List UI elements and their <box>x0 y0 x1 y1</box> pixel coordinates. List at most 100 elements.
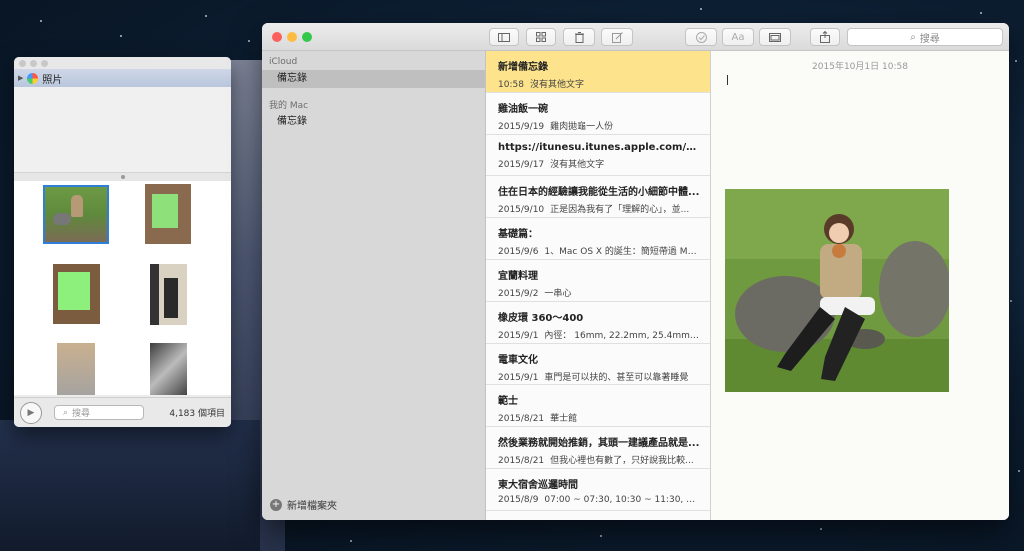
note-preview: 正是因為我有了「理解的心」，並... <box>550 205 690 216</box>
photo-attach-icon <box>769 32 781 42</box>
note-preview: 內徑： 16mm, 22.2mm, 25.4mm, 3... <box>544 330 710 341</box>
photo-browser-window: ▶ 照片 ▶ ⌕ 搜尋 4,183 個項目 <box>14 57 231 427</box>
note-title: 新增備忘錄 <box>498 62 548 73</box>
minimize-button[interactable] <box>30 60 37 67</box>
close-button[interactable] <box>19 60 26 67</box>
note-item[interactable]: 電車文化 2015/9/1 車門是可以扶的、甚至可以靠著睡覺 <box>486 343 710 386</box>
compose-icon <box>611 31 623 43</box>
photo-thumbnail[interactable] <box>53 264 100 324</box>
share-icon <box>820 31 830 43</box>
photo-thumbnail[interactable] <box>145 184 191 244</box>
note-title: 基礎篇： <box>498 229 538 241</box>
sidebar-section-header: 我的 Mac <box>269 101 309 111</box>
note-item[interactable]: 東大宿舍巡邏時間 2015/8/9 07:00 ~ 07:30, 10:30 ~ … <box>486 468 710 511</box>
photo-browser-titlebar[interactable] <box>14 57 231 69</box>
notes-list: 新增備忘錄 10:58 沒有其他文字 雞油飯一碗 2015/9/19 雞肉拋龜一人份… <box>486 51 711 520</box>
photo-source-label: 照片 <box>42 74 63 86</box>
note-date: 2015/9/17 <box>498 159 545 170</box>
folder-mac-notes[interactable]: 備忘錄 <box>262 113 485 131</box>
zoom-button[interactable] <box>302 32 312 42</box>
folders-sidebar: iCloud 備忘錄 我的 Mac 備忘錄 + 新增檔案夾 <box>262 51 486 520</box>
close-button[interactable] <box>272 32 282 42</box>
disclosure-triangle-icon[interactable]: ▶ <box>18 74 23 82</box>
text-cursor <box>727 75 728 85</box>
note-item[interactable]: 新增備忘錄 10:58 沒有其他文字 <box>486 51 710 93</box>
photo-thumbnail[interactable] <box>150 343 187 395</box>
note-item[interactable]: 橡皮環 360～400 2015/9/1 內徑： 16mm, 22.2mm, 25… <box>486 301 710 344</box>
note-item[interactable]: https://itunesu.itunes.apple.com/enrol..… <box>486 134 710 177</box>
note-date: 2015/9/1 <box>498 372 539 383</box>
note-title: 住在日本的經驗讓我能從生活的小細節中體... <box>498 187 700 199</box>
note-date: 2015/8/21 <box>498 414 545 425</box>
delete-note-button[interactable] <box>563 28 595 46</box>
note-item[interactable]: 宜蘭料理 2015/9/2 一串心 <box>486 259 710 302</box>
notes-toolbar: Aa ⌕ 搜尋 <box>262 23 1009 51</box>
note-title: 然後業務就開始推銷，其頭一建議產品就是... <box>498 438 700 450</box>
split-handle[interactable] <box>14 173 231 181</box>
note-date: 2015/8/21 <box>498 456 545 467</box>
note-date: 2015/8/9 <box>498 494 539 505</box>
photo-thumbnail[interactable] <box>57 343 95 395</box>
note-preview: 07:00 ~ 07:30, 10:30 ~ 11:30, 15:3... <box>544 494 710 505</box>
checklist-button[interactable] <box>685 28 717 46</box>
note-title: 範士 <box>498 396 518 408</box>
folder-icloud-notes[interactable]: 備忘錄 <box>262 70 485 88</box>
note-date: 2015/9/6 <box>498 247 539 258</box>
note-preview: 華士館 <box>550 414 578 425</box>
wallpaper-character-lower <box>0 420 260 551</box>
note-item[interactable]: 雞油飯一碗 2015/9/19 雞肉拋龜一人份 <box>486 92 710 135</box>
notes-search-placeholder: 搜尋 <box>919 33 940 45</box>
compose-note-button[interactable] <box>601 28 633 46</box>
note-title: 電車文化 <box>498 354 538 366</box>
trash-icon <box>574 31 584 43</box>
note-image-attachment[interactable] <box>725 189 949 392</box>
share-button[interactable] <box>810 28 840 46</box>
note-preview: 但我心裡也有數了，只好說我比較... <box>550 456 694 467</box>
toggle-sidebar-button[interactable] <box>489 28 519 46</box>
note-item[interactable]: 範士 2015/8/21 華士館 <box>486 385 710 428</box>
add-attachment-button[interactable] <box>759 28 791 46</box>
new-folder-label: 新增檔案夾 <box>287 501 337 512</box>
photo-search-placeholder: 搜尋 <box>72 409 91 419</box>
zoom-button[interactable] <box>41 60 48 67</box>
note-editor[interactable]: 2015年10月1日 10:58 <box>711 51 1009 520</box>
note-item[interactable]: 基礎篇： 2015/9/6 1、Mac OS X 的誕生：簡短帶過 Ma... <box>486 218 710 260</box>
note-title: 東大宿舍巡邏時間 <box>498 479 578 491</box>
search-icon: ⌕ <box>63 407 69 418</box>
grid-icon <box>536 32 546 42</box>
note-item[interactable]: 然後業務就開始推銷，其頭一建議產品就是... 2015/8/21 但我心裡也有數了… <box>486 427 710 469</box>
photo-thumbnail[interactable] <box>43 185 109 244</box>
minimize-button[interactable] <box>287 32 297 42</box>
checkmark-circle-icon <box>695 31 707 43</box>
note-date: 10:58 <box>498 80 524 90</box>
sidebar-icon <box>498 32 510 42</box>
slideshow-play-button[interactable]: ▶ <box>20 401 42 424</box>
note-preview: 沒有其他文字 <box>529 80 584 90</box>
note-timestamp: 2015年10月1日 10:58 <box>812 62 908 72</box>
note-date: 2015/9/19 <box>498 121 545 132</box>
note-title: 橡皮環 360～400 <box>498 312 584 324</box>
photo-search-field[interactable]: ⌕ 搜尋 <box>54 405 144 420</box>
note-preview: 雞肉拋龜一人份 <box>550 121 614 132</box>
text-style-button[interactable]: Aa <box>722 28 754 46</box>
note-preview: 車門是可以扶的、甚至可以靠著睡覺 <box>544 372 689 383</box>
sidebar-section-header: iCloud <box>269 57 298 67</box>
photos-app-icon <box>27 72 39 84</box>
new-folder-button[interactable]: + 新增檔案夾 <box>270 497 337 512</box>
text-style-icon: Aa <box>731 31 745 43</box>
note-title: https://itunesu.itunes.apple.com/enrol..… <box>498 141 710 153</box>
notes-search-field[interactable]: ⌕ 搜尋 <box>847 28 1003 46</box>
photo-thumbnail[interactable] <box>150 264 187 325</box>
note-preview: 沒有其他文字 <box>550 159 605 170</box>
attachments-browser-button[interactable] <box>526 28 556 46</box>
note-date: 2015/9/1 <box>498 330 539 341</box>
note-title: 宜蘭料理 <box>498 270 538 282</box>
photo-source-item[interactable]: ▶ 照片 <box>14 69 231 87</box>
search-icon: ⌕ <box>910 31 916 43</box>
note-date: 2015/9/10 <box>498 205 545 216</box>
note-preview: 1、Mac OS X 的誕生：簡短帶過 Ma... <box>544 247 702 258</box>
note-item[interactable]: 住在日本的經驗讓我能從生活的小細節中體... 2015/9/10 正是因為我有了「… <box>486 176 710 219</box>
plus-icon: + <box>270 498 282 511</box>
photo-grid <box>14 181 231 395</box>
photo-item-count: 4,183 個項目 <box>169 409 225 419</box>
